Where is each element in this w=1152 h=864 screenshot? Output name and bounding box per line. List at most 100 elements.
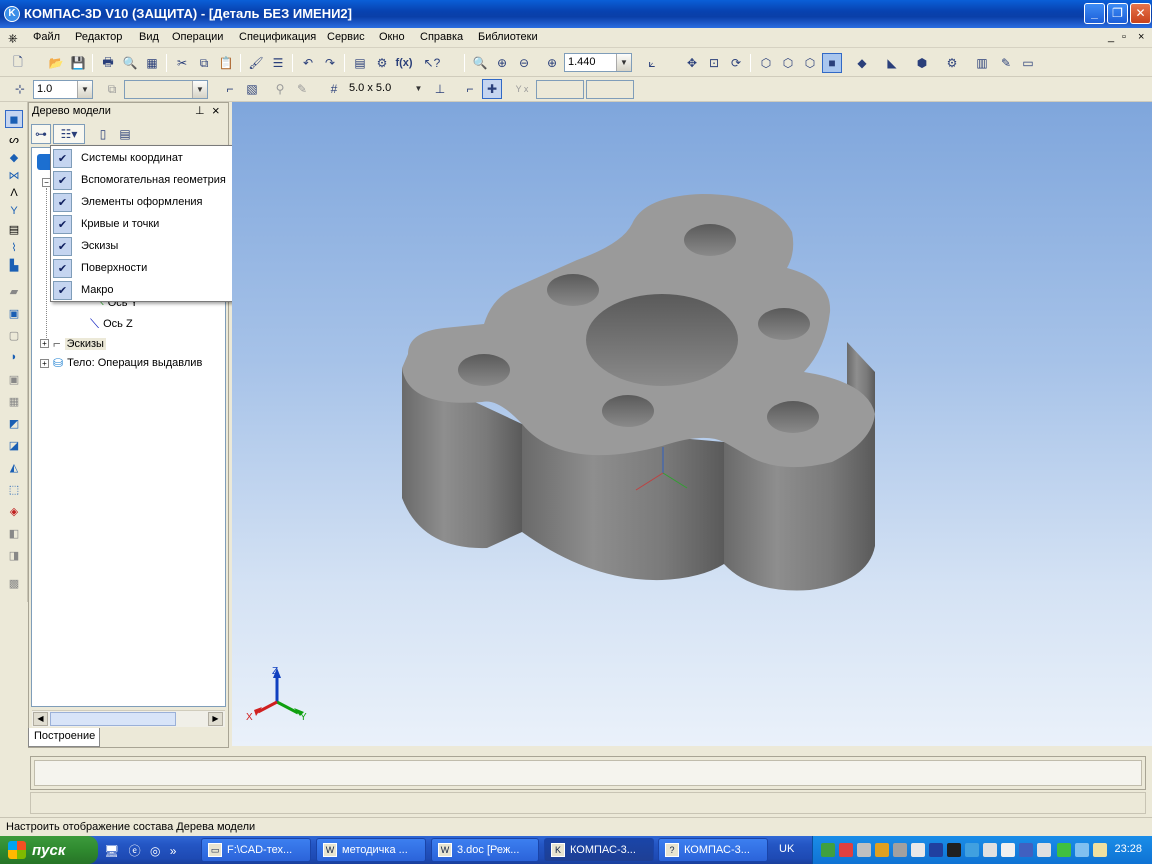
zoom-out-icon[interactable]: ⊖ bbox=[514, 53, 534, 73]
expand-icon[interactable]: + bbox=[40, 339, 49, 348]
spec-icon[interactable]: ▙ bbox=[5, 256, 23, 274]
orientation-icon[interactable]: ⟀ bbox=[642, 53, 662, 73]
task-word-doc[interactable]: W 3.doc [Реж... bbox=[431, 838, 539, 862]
draft-icon[interactable]: ◨ bbox=[5, 546, 23, 564]
cut-extrude-icon[interactable]: ▣ bbox=[5, 370, 23, 388]
print-icon[interactable]: 🖶 bbox=[98, 53, 118, 73]
close-button[interactable]: ✕ bbox=[1130, 3, 1151, 24]
tray-antivirus-icon[interactable] bbox=[839, 843, 853, 857]
document-icon[interactable]: ⎈ bbox=[8, 31, 18, 46]
filter-item-macro[interactable]: ✔ Макро bbox=[53, 279, 249, 301]
open-folder-icon[interactable]: 📂 bbox=[46, 53, 66, 73]
section-op-icon[interactable]: ◈ bbox=[5, 502, 23, 520]
tree-structure-icon[interactable]: ⊶ bbox=[31, 124, 51, 144]
menu-operations[interactable]: Операции bbox=[172, 31, 223, 43]
preview-icon[interactable]: 🔍 bbox=[120, 53, 140, 73]
tray-black-icon[interactable] bbox=[947, 843, 961, 857]
section-icon[interactable]: ⬢ bbox=[912, 53, 932, 73]
redo-icon[interactable]: ↷ bbox=[320, 53, 340, 73]
aux-geometry-icon[interactable]: Ʌ bbox=[5, 184, 23, 202]
tab-build[interactable]: Построение bbox=[28, 728, 100, 747]
tree-mode-icon[interactable]: ▯ bbox=[93, 124, 113, 144]
menu-help[interactable]: Справка bbox=[420, 31, 463, 43]
shaded-edges-icon[interactable]: ◆ bbox=[852, 53, 872, 73]
chevron-down-icon[interactable]: ▼ bbox=[616, 54, 631, 71]
rotate-icon[interactable]: ⟳ bbox=[726, 53, 746, 73]
measure-icon[interactable]: ▤ bbox=[5, 220, 23, 238]
copy-icon[interactable]: ⧉ bbox=[194, 53, 214, 73]
loft-icon[interactable]: ◗ bbox=[5, 348, 23, 366]
ie-icon[interactable]: ⓔ bbox=[129, 844, 141, 858]
task-kompas-help[interactable]: ? КОМПАС-3... bbox=[658, 838, 768, 862]
tray-network-icon[interactable] bbox=[857, 843, 871, 857]
more-chevron-icon[interactable]: » bbox=[170, 844, 177, 858]
library-manager-icon[interactable]: ▥ bbox=[972, 53, 992, 73]
tree-node-sketches[interactable]: + ⌐ Эскизы bbox=[40, 336, 106, 351]
task-explorer[interactable]: ▭ F:\CAD-тех... bbox=[201, 838, 311, 862]
tray-app-icon[interactable] bbox=[821, 843, 835, 857]
axis-icon[interactable]: ⊥ bbox=[430, 79, 450, 99]
surfaces-icon[interactable]: ◆ bbox=[5, 148, 23, 166]
new-document-icon[interactable]: 🗋 bbox=[8, 53, 28, 73]
rib-icon[interactable]: ◭ bbox=[5, 458, 23, 476]
scroll-thumb[interactable] bbox=[50, 712, 176, 726]
volume-icon[interactable] bbox=[1075, 843, 1089, 857]
mdi-restore-button[interactable]: ▫ bbox=[1122, 31, 1126, 43]
wireframe-icon[interactable]: ⬡ bbox=[756, 53, 776, 73]
outlook-icon[interactable]: ◎ bbox=[150, 844, 160, 858]
undo-icon[interactable]: ↶ bbox=[298, 53, 318, 73]
tray-wifi-icon[interactable] bbox=[1037, 843, 1051, 857]
tray-info-icon[interactable] bbox=[1001, 843, 1015, 857]
list-icon[interactable]: ☰ bbox=[268, 53, 288, 73]
horizontal-scrollbar[interactable]: ◀ ▶ bbox=[32, 710, 225, 727]
tray-printer-icon[interactable] bbox=[893, 843, 907, 857]
properties-icon[interactable]: ▦ bbox=[142, 53, 162, 73]
start-button[interactable]: пуск bbox=[0, 836, 98, 864]
y-coordinate-field[interactable] bbox=[586, 80, 634, 99]
desktop-icon[interactable]: 🖥 bbox=[104, 844, 119, 858]
chevron-down-icon[interactable]: ▼ bbox=[192, 81, 207, 98]
step-icon[interactable]: ⌐ bbox=[460, 79, 480, 99]
grid-combo[interactable]: 5.0 x 5.0 ▼ bbox=[346, 80, 426, 99]
kinematic-icon[interactable]: ▢ bbox=[5, 326, 23, 344]
manager-icon[interactable]: ▤ bbox=[350, 53, 370, 73]
variables-icon[interactable]: ⚙ bbox=[372, 53, 392, 73]
menu-specification[interactable]: Спецификация bbox=[239, 31, 316, 43]
sheet-metal-icon[interactable]: ⌇ bbox=[5, 238, 23, 256]
language-indicator[interactable]: UK bbox=[779, 843, 794, 855]
pencil-icon[interactable]: ✎ bbox=[996, 53, 1016, 73]
minimize-button[interactable]: _ bbox=[1084, 3, 1105, 24]
zoom-scale-icon[interactable]: ⊕ bbox=[542, 53, 562, 73]
tree-filter-dropdown[interactable]: ☷▾ bbox=[53, 124, 85, 144]
task-kompas-active[interactable]: K КОМПАС-3... bbox=[544, 838, 654, 862]
orthogonal-icon[interactable]: ⌐ bbox=[220, 79, 240, 99]
more-tools-icon[interactable]: ▩ bbox=[5, 574, 23, 592]
filter-item-design-elements[interactable]: ✔ Элементы оформления bbox=[53, 191, 249, 213]
rotate-op-icon[interactable]: ▣ bbox=[5, 304, 23, 322]
thread-icon[interactable]: ◧ bbox=[5, 524, 23, 542]
chevron-down-icon[interactable]: ▼ bbox=[77, 81, 92, 98]
editing-details-icon[interactable]: ◼ bbox=[5, 110, 23, 128]
cut-icon[interactable]: ✂ bbox=[172, 53, 192, 73]
arrays-icon[interactable]: ⋈ bbox=[5, 166, 23, 184]
filter-item-sketches[interactable]: ✔ Эскизы bbox=[53, 235, 249, 257]
tray-clock-app-icon[interactable] bbox=[983, 843, 997, 857]
filter-item-surfaces[interactable]: ✔ Поверхности bbox=[53, 257, 249, 279]
pan-icon[interactable]: ✥ bbox=[682, 53, 702, 73]
fit-all-icon[interactable]: ⊡ bbox=[704, 53, 724, 73]
expand-icon[interactable]: + bbox=[40, 358, 49, 368]
assembly-icon[interactable]: ⚙ bbox=[942, 53, 962, 73]
spatial-curves-icon[interactable]: ᔕ bbox=[5, 130, 23, 148]
snaps-icon[interactable]: ✚ bbox=[482, 79, 502, 99]
tray-monitor-icon[interactable] bbox=[911, 843, 925, 857]
local-cs-icon[interactable]: ⊹ bbox=[10, 79, 30, 99]
close-icon[interactable]: × bbox=[212, 103, 220, 118]
filter-item-curves-points[interactable]: ✔ Кривые и точки bbox=[53, 213, 249, 235]
scroll-left-icon[interactable]: ◀ bbox=[33, 712, 48, 726]
paste-icon[interactable]: 📋 bbox=[216, 53, 236, 73]
snap-icon[interactable]: ⚲ bbox=[270, 79, 290, 99]
hidden-lines-icon[interactable]: ⬡ bbox=[778, 53, 798, 73]
step-combo[interactable]: 1.0 ▼ bbox=[33, 80, 93, 99]
save-icon[interactable]: 💾 bbox=[68, 53, 88, 73]
properties-field[interactable] bbox=[34, 760, 1142, 786]
